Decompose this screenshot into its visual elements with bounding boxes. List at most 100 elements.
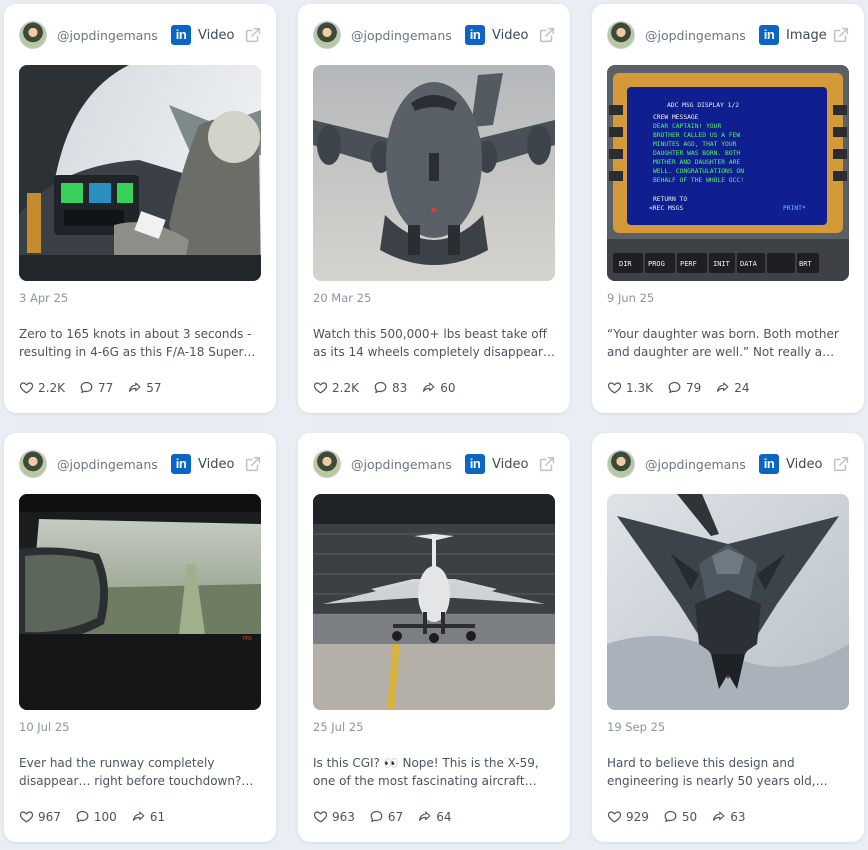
shares-stat: 57 — [127, 380, 162, 395]
screen-line: BROTHER CALLED US A FEW — [653, 132, 740, 139]
engagement-stats: 1.3K 79 24 — [607, 380, 764, 395]
screen-line: CREW MESSAGE — [653, 114, 699, 121]
comments-count: 77 — [97, 380, 114, 395]
likes-count: 967 — [38, 809, 61, 824]
author-handle[interactable]: @jopdingemans — [645, 457, 751, 472]
post-date: 3 Apr 25 — [19, 291, 69, 305]
heart-icon — [607, 380, 622, 395]
post-date: 20 Mar 25 — [313, 291, 372, 305]
engagement-stats: 929 50 63 — [607, 809, 759, 824]
screen-line: MOTHER AND DAUGHTER ARE — [653, 159, 740, 166]
comments-count: 50 — [681, 809, 698, 824]
heart-icon — [607, 809, 622, 824]
engagement-stats: 2.2K 77 57 — [19, 380, 176, 395]
author-handle[interactable]: @jopdingemans — [351, 457, 457, 472]
stealth-jet-image — [607, 494, 849, 710]
author-handle[interactable]: @jopdingemans — [57, 457, 163, 472]
comment-icon — [369, 809, 384, 824]
linkedin-icon: in — [171, 25, 191, 45]
likes-stat: 1.3K — [607, 380, 653, 395]
share-icon — [131, 809, 146, 824]
post-thumbnail[interactable] — [19, 65, 261, 281]
screen-line: MINUTES AGO, THAT YOUR — [653, 141, 737, 148]
post-header: @jopdingemans in Video — [19, 20, 266, 50]
post-card[interactable]: @jopdingemans in Video PRS 10 Jul 25 Eve… — [4, 433, 276, 842]
share-icon — [715, 380, 730, 395]
runway-approach-image: PRS — [19, 494, 261, 710]
fms-screen-image: ADC MSG DISPLAY 1/2 CREW MESSAGE DEAR CA… — [607, 65, 849, 281]
likes-stat: 2.2K — [19, 380, 65, 395]
post-header: @jopdingemans in Video — [607, 449, 854, 479]
heart-icon — [313, 380, 328, 395]
engagement-stats: 963 67 64 — [313, 809, 465, 824]
post-card[interactable]: @jopdingemans in Video — [592, 433, 864, 842]
external-link-icon[interactable] — [244, 455, 262, 473]
external-link-icon[interactable] — [244, 26, 262, 44]
comments-stat: 79 — [667, 380, 701, 395]
heart-icon — [19, 809, 34, 824]
screen-line: WELL. CONGRATULATIONS ON — [653, 168, 744, 175]
post-card[interactable]: @jopdingemans in Video — [298, 433, 570, 842]
comments-count: 79 — [685, 380, 702, 395]
post-text: Zero to 165 knots in about 3 seconds - r… — [19, 327, 256, 359]
shares-count: 57 — [146, 380, 162, 395]
post-header: @jopdingemans in Video — [313, 20, 560, 50]
author-handle[interactable]: @jopdingemans — [351, 28, 457, 43]
external-link-icon[interactable] — [538, 455, 556, 473]
external-link-icon[interactable] — [832, 26, 850, 44]
likes-stat: 967 — [19, 809, 61, 824]
post-header: @jopdingemans in Image — [607, 20, 854, 50]
avatar[interactable] — [19, 21, 47, 49]
post-date: 9 Jun 25 — [607, 291, 655, 305]
post-thumbnail[interactable] — [313, 65, 555, 281]
post-header: @jopdingemans in Video — [19, 449, 266, 479]
author-handle[interactable]: @jopdingemans — [645, 28, 751, 43]
screen-line: DEAR CAPTAIN! YOUR — [653, 123, 721, 130]
comments-stat: 83 — [373, 380, 407, 395]
comments-count: 67 — [387, 809, 404, 824]
post-thumbnail[interactable]: ADC MSG DISPLAY 1/2 CREW MESSAGE DEAR CA… — [607, 65, 849, 281]
share-icon — [417, 809, 432, 824]
comments-stat: 50 — [663, 809, 697, 824]
comment-icon — [667, 380, 682, 395]
shares-count: 64 — [436, 809, 452, 824]
avatar[interactable] — [607, 21, 635, 49]
post-thumbnail[interactable] — [607, 494, 849, 710]
post-thumbnail[interactable] — [313, 494, 555, 710]
likes-count: 1.3K — [626, 380, 653, 395]
likes-count: 2.2K — [38, 380, 65, 395]
post-date: 10 Jul 25 — [19, 720, 70, 734]
shares-stat: 61 — [131, 809, 165, 824]
post-text: Is this CGI? 👀 Nope! This is the X-59, o… — [313, 756, 539, 788]
external-link-icon[interactable] — [538, 26, 556, 44]
key-label: PROG — [648, 260, 665, 268]
share-icon — [127, 380, 142, 395]
external-link-icon[interactable] — [832, 455, 850, 473]
avatar[interactable] — [313, 450, 341, 478]
post-text: Hard to believe this design and engineer… — [607, 756, 816, 788]
linkedin-icon: in — [465, 25, 485, 45]
shares-count: 61 — [149, 809, 166, 824]
post-card[interactable]: @jopdingemans in Video — [298, 4, 570, 413]
post-thumbnail[interactable]: PRS — [19, 494, 261, 710]
avatar[interactable] — [19, 450, 47, 478]
avatar[interactable] — [607, 450, 635, 478]
author-handle[interactable]: @jopdingemans — [57, 28, 163, 43]
shares-stat: 63 — [711, 809, 745, 824]
screen-print: PRINT* — [783, 205, 806, 212]
key-label: DATA — [740, 260, 758, 268]
screen-header: ADC MSG DISPLAY 1/2 — [667, 102, 739, 109]
post-card[interactable]: @jopdingemans in Image ADC MSG DISPLAY 1… — [592, 4, 864, 413]
post-text: Ever had the runway completely disappear… — [19, 756, 242, 788]
post-card[interactable]: @jopdingemans in Video — [4, 4, 276, 413]
screen-rec: <REC MSGS — [649, 205, 683, 212]
shares-stat: 60 — [421, 380, 456, 395]
linkedin-icon: in — [759, 25, 779, 45]
avatar[interactable] — [313, 21, 341, 49]
post-text: Watch this 500,000+ lbs beast take off a… — [313, 327, 547, 359]
shares-count: 24 — [734, 380, 750, 395]
likes-stat: 963 — [313, 809, 355, 824]
shares-stat: 24 — [715, 380, 750, 395]
heart-icon — [313, 809, 328, 824]
media-type-label: Video — [492, 27, 529, 43]
